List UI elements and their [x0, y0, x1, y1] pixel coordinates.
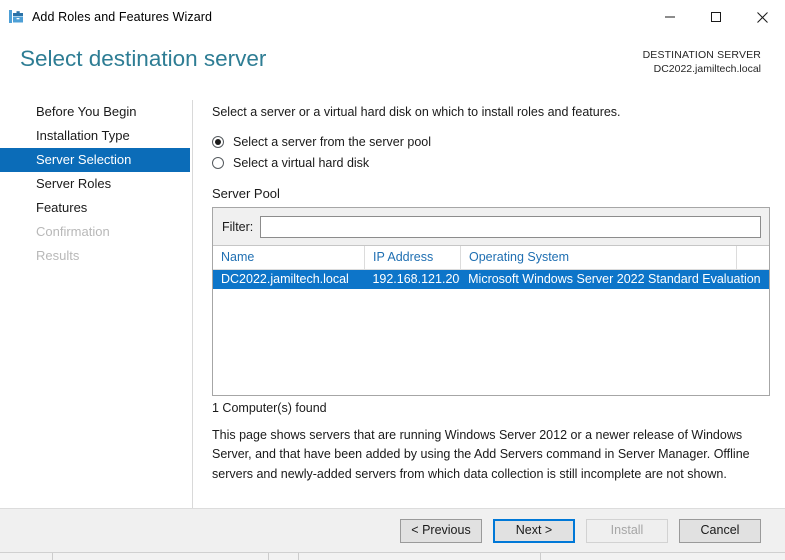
window-title: Add Roles and Features Wizard	[32, 10, 213, 24]
title-bar: Add Roles and Features Wizard	[0, 0, 785, 34]
cancel-button[interactable]: Cancel	[679, 518, 761, 543]
next-button[interactable]: Next >	[493, 518, 575, 543]
filter-label: Filter:	[222, 219, 254, 234]
column-header-extra[interactable]	[737, 246, 769, 269]
cell-name: DC2022.jamiltech.local	[221, 272, 349, 286]
page-description-text: This page shows servers that are running…	[212, 428, 750, 481]
destination-server-value: DC2022.jamiltech.local	[653, 63, 761, 76]
radio-server-pool-icon[interactable]	[212, 135, 224, 148]
column-header-ip-address[interactable]: IP Address	[365, 246, 461, 269]
table-row[interactable]: DC2022.jamiltech.local 192.168.121.200 M…	[213, 270, 769, 289]
sidebar-item-confirmation: Confirmation	[36, 224, 110, 239]
sidebar-item-before-you-begin[interactable]: Before You Begin	[0, 100, 193, 124]
sidebar-item-installation-type[interactable]: Installation Type	[0, 124, 193, 148]
filter-bar: Filter:	[213, 208, 769, 246]
cell-ip-address: 192.168.121.200	[372, 272, 461, 286]
sidebar-item-results: Results	[36, 248, 80, 263]
server-toolbox-icon	[8, 9, 24, 25]
destination-server-label: DESTINATION SERVER	[642, 49, 761, 61]
taskbar-edge-strip	[0, 552, 785, 560]
wizard-footer: < Previous Next > Install Cancel	[0, 508, 785, 552]
sidebar-item-server-roles[interactable]: Server Roles	[0, 172, 193, 196]
intro-text: Select a server or a virtual hard disk o…	[212, 105, 621, 119]
radio-virtual-hard-disk-icon[interactable]	[212, 156, 224, 169]
filter-input[interactable]	[260, 215, 761, 238]
radio-option-virtual-hard-disk[interactable]: Select a virtual hard disk	[212, 153, 772, 172]
server-pool-label: Server Pool	[212, 186, 280, 201]
sidebar-item-server-selection[interactable]: Server Selection	[0, 148, 190, 172]
close-button[interactable]	[739, 0, 785, 34]
add-roles-features-wizard-window: Add Roles and Features Wizard Select des…	[0, 0, 785, 560]
sidebar-item-features[interactable]: Features	[0, 196, 193, 220]
minimize-button[interactable]	[647, 0, 693, 34]
column-header-operating-system[interactable]: Operating System	[461, 246, 737, 269]
wizard-sidebar: Before You Begin Installation Type Serve…	[0, 100, 193, 512]
column-header-name[interactable]: Name	[213, 246, 365, 269]
maximize-button[interactable]	[693, 0, 739, 34]
destination-server-block: DESTINATION SERVER DC2022.jamiltech.loca…	[643, 48, 761, 76]
install-button: Install	[586, 518, 668, 543]
radio-server-pool-label: Select a server from the server pool	[233, 134, 431, 149]
server-pool-panel: Filter: Name IP Address Operating System…	[212, 207, 770, 396]
sidebar-divider	[192, 100, 193, 508]
radio-virtual-hard-disk-label: Select a virtual hard disk	[233, 155, 370, 170]
page-title: Select destination server	[20, 46, 267, 71]
grid-header-row: Name IP Address Operating System	[213, 246, 769, 270]
grid-body: DC2022.jamiltech.local 192.168.121.200 M…	[213, 270, 769, 395]
radio-option-server-pool[interactable]: Select a server from the server pool	[212, 132, 772, 151]
window-controls	[647, 0, 785, 34]
cell-operating-system: Microsoft Windows Server 2022 Standard E…	[468, 272, 761, 286]
wizard-content: Select a server or a virtual hard disk o…	[212, 105, 772, 484]
server-pool-grid: Name IP Address Operating System DC2022.…	[213, 246, 769, 395]
computers-found-text: 1 Computer(s) found	[212, 401, 327, 415]
previous-button[interactable]: < Previous	[400, 518, 482, 543]
wizard-header: Select destination server DESTINATION SE…	[0, 34, 785, 92]
